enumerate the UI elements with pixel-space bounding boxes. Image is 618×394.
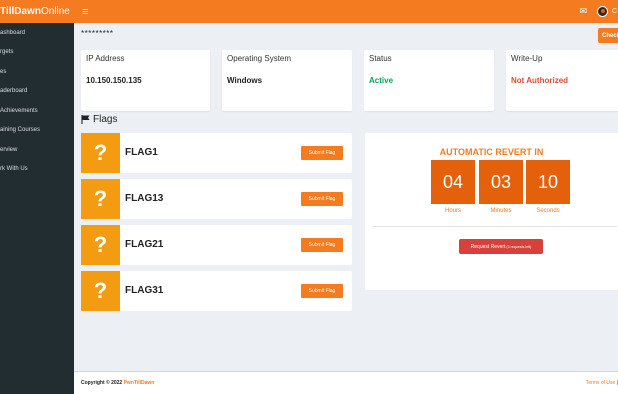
requests-left-note: (3 requests left) xyxy=(506,244,532,249)
flag-card: ? FLAG31 Submit Flag xyxy=(81,271,352,311)
info-label: Status xyxy=(369,54,392,63)
sidebar-item-rules[interactable]: es xyxy=(0,62,74,82)
sidebar-item-dashboard[interactable]: ashboard xyxy=(0,23,74,43)
writeup-status: Not Authorized xyxy=(511,76,569,85)
sidebar-item-work-with-us[interactable]: rk With Us xyxy=(0,160,74,180)
question-mark-icon: ? xyxy=(81,133,120,173)
hamburger-icon[interactable]: ≡ xyxy=(82,6,88,18)
submit-flag-button[interactable]: Submit Flag xyxy=(301,192,343,206)
info-label: Write-Up xyxy=(511,54,543,63)
flag-name: FLAG21 xyxy=(125,239,164,250)
flag-name: FLAG1 xyxy=(125,147,158,158)
countdown-seconds: 10 xyxy=(526,160,570,204)
logo-bold-text: TillDawn xyxy=(0,6,41,17)
info-card-writeup: Write-Up Not Authorized xyxy=(506,50,618,111)
info-card-os: Operating System Windows xyxy=(222,50,352,111)
countdown-hours-label: Hours xyxy=(444,208,461,214)
countdown-minutes: 03 xyxy=(479,160,523,204)
info-label: IP Address xyxy=(86,54,125,63)
revert-title: AUTOMATIC REVERT IN xyxy=(439,147,544,157)
flag-name: FLAG13 xyxy=(125,193,164,204)
revert-panel: AUTOMATIC REVERT IN 04 Hours 03 Minutes … xyxy=(365,133,618,290)
copyright: Copyright © 2022 PwnTillDawn xyxy=(81,380,154,386)
check-button[interactable]: Check xyxy=(598,28,618,43)
top-navbar: TillDawn Online ≡ ✉ C xyxy=(0,0,618,23)
main-content: ********* Check IP Address 10.150.150.13… xyxy=(74,23,618,394)
flag-card: ? FLAG1 Submit Flag xyxy=(81,133,352,173)
info-card-ip: IP Address 10.150.150.135 xyxy=(81,50,210,111)
question-mark-icon: ? xyxy=(81,225,120,265)
navbar-right: ✉ C xyxy=(579,0,618,23)
avatar[interactable] xyxy=(597,6,608,17)
question-mark-icon: ? xyxy=(81,179,120,219)
info-card-status: Status Active xyxy=(364,50,494,111)
terms-of-use-link[interactable]: Terms of Use xyxy=(586,380,615,386)
sidebar-item-leaderboard[interactable]: aderboard xyxy=(0,82,74,102)
flag-card: ? FLAG21 Submit Flag xyxy=(81,225,352,265)
countdown-hours: 04 xyxy=(431,160,475,204)
sidebar: ashboard rgets es aderboard Achievements… xyxy=(0,23,74,394)
logo-light-text: Online xyxy=(40,6,70,17)
flag-card: ? FLAG13 Submit Flag xyxy=(81,179,352,219)
flag-name: FLAG31 xyxy=(125,285,164,296)
submit-flag-button[interactable]: Submit Flag xyxy=(301,284,343,298)
submit-flag-button[interactable]: Submit Flag xyxy=(301,238,343,252)
request-revert-button[interactable]: Request Revert (3 requests left) xyxy=(459,239,543,254)
info-label: Operating System xyxy=(227,54,292,63)
footer-links: Terms of Use | xyxy=(586,380,618,386)
flags-heading: Flags xyxy=(81,114,117,125)
logo[interactable]: TillDawn Online xyxy=(0,0,74,23)
divider xyxy=(373,226,617,227)
info-value-os: Windows xyxy=(227,76,263,85)
sidebar-item-overview[interactable]: erview xyxy=(0,140,74,160)
footer-brand-link[interactable]: PwnTillDawn xyxy=(124,380,155,386)
countdown-minutes-label: Minutes xyxy=(490,208,512,214)
footer: Copyright © 2022 PwnTillDawn Terms of Us… xyxy=(74,371,618,394)
status-badge: Active xyxy=(369,76,394,85)
envelope-icon[interactable]: ✉ xyxy=(579,6,587,17)
request-revert-label: Request Revert xyxy=(470,243,506,250)
flags-title: Flags xyxy=(93,114,118,125)
question-mark-icon: ? xyxy=(81,271,120,311)
info-value-ip: 10.150.150.135 xyxy=(86,76,142,85)
submit-flag-button[interactable]: Submit Flag xyxy=(301,146,343,160)
sidebar-item-training-courses[interactable]: aining Courses xyxy=(0,121,74,141)
user-name[interactable]: C xyxy=(612,8,618,15)
sidebar-item-targets[interactable]: rgets xyxy=(0,43,74,63)
countdown-seconds-label: Seconds xyxy=(536,208,560,214)
target-name: ********* xyxy=(81,29,114,38)
sidebar-item-achievements[interactable]: Achievements xyxy=(0,101,74,121)
copyright-text: Copyright © 2022 xyxy=(81,380,124,386)
flag-icon xyxy=(81,115,90,124)
